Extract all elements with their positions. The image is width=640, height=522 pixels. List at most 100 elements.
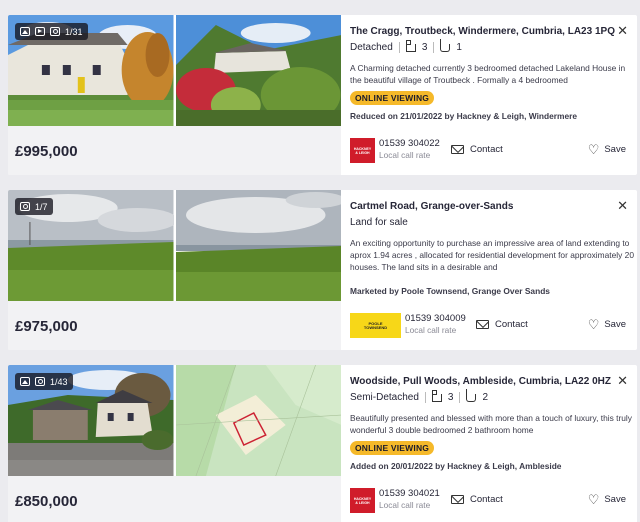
- listing-photo-secondary[interactable]: [175, 190, 341, 301]
- phone-block[interactable]: 01539 304021 Local call rate: [379, 488, 440, 510]
- contact-row: POOLE TOWNSEND 01539 304009 Local call r…: [350, 310, 637, 340]
- listing-title[interactable]: Cartmel Road, Grange-over-Sands: [350, 201, 513, 212]
- contact-button[interactable]: Contact: [451, 494, 503, 505]
- contact-button[interactable]: Contact: [476, 319, 528, 330]
- save-label: Save: [604, 319, 626, 330]
- contact-row: HACKNEY & LEIGH 01539 304021 Local call …: [350, 485, 637, 515]
- close-icon[interactable]: ✕: [617, 24, 628, 37]
- price-area: £975,000: [8, 301, 341, 350]
- listing-price: £850,000: [15, 493, 78, 510]
- phone-note: Local call rate: [379, 150, 431, 160]
- listing-status: Added on 20/01/2022 by Hackney & Leigh, …: [350, 461, 562, 471]
- online-viewing-tag: ONLINE VIEWING: [350, 441, 435, 455]
- property-type: Detached: [350, 42, 393, 53]
- contact-label: Contact: [470, 494, 503, 505]
- divider: [424, 392, 426, 403]
- close-icon[interactable]: ✕: [617, 374, 628, 387]
- bath-icon: [440, 38, 451, 52]
- photo-count-badge: 1/7: [15, 198, 53, 215]
- agent-logo-line: TOWNSEND: [363, 324, 388, 330]
- property-type: Land for sale: [350, 217, 408, 228]
- save-button[interactable]: ♡ Save: [588, 143, 626, 156]
- heart-icon: ♡: [587, 492, 600, 507]
- phone-note: Local call rate: [405, 325, 457, 335]
- contact-label: Contact: [470, 144, 503, 155]
- listing-title[interactable]: Woodside, Pull Woods, Ambleside, Cumbria…: [350, 376, 611, 387]
- listing-photo-main[interactable]: 1/43: [8, 365, 174, 476]
- divider: [433, 42, 435, 53]
- photo-strip[interactable]: 1/43: [8, 365, 341, 476]
- envelope-icon: [451, 495, 464, 504]
- listing-photo-secondary[interactable]: [175, 15, 341, 126]
- phone-note: Local call rate: [379, 500, 431, 510]
- save-label: Save: [604, 144, 626, 155]
- camera-icon: [35, 377, 45, 386]
- heart-icon: ♡: [587, 142, 600, 157]
- close-icon[interactable]: ✕: [617, 199, 628, 212]
- photo-count-badge: 1/31: [15, 23, 88, 40]
- search-results-list: 1/31 £995,000 The Cragg, Troutbeck, Wind…: [0, 0, 640, 522]
- save-button[interactable]: ♡ Save: [588, 493, 626, 506]
- agent-phone[interactable]: 01539 304022: [379, 138, 440, 149]
- camera-icon: [20, 202, 30, 211]
- divider: [398, 42, 400, 53]
- photo-strip[interactable]: 1/31: [8, 15, 341, 126]
- bed-icon: [431, 389, 442, 402]
- listing-title[interactable]: The Cragg, Troutbeck, Windermere, Cumbri…: [350, 26, 615, 37]
- photo-count: 1/31: [65, 26, 83, 37]
- bath-icon: [466, 388, 477, 402]
- listing-description: Beautifully presented and blessed with m…: [350, 413, 632, 436]
- listing-price: £995,000: [15, 143, 78, 160]
- envelope-icon: [476, 320, 489, 329]
- photo-count-badge: 1/43: [15, 373, 73, 390]
- save-label: Save: [604, 494, 626, 505]
- listing-description: A Charming detached currently 3 bedroome…: [350, 63, 626, 86]
- photo-strip[interactable]: 1/7: [8, 190, 341, 301]
- agent-logo[interactable]: HACKNEY & LEIGH: [350, 488, 375, 513]
- agent-logo-line: & LEIGH: [355, 150, 370, 155]
- agent-logo-line: & LEIGH: [355, 500, 370, 505]
- listing-photo-main[interactable]: 1/7: [8, 190, 174, 301]
- listing-photo-main[interactable]: 1/31: [8, 15, 174, 126]
- listing-card[interactable]: 1/43 £850,000 Woodside, Pull Woods, Ambl…: [8, 365, 637, 522]
- camera-icon: [50, 27, 60, 36]
- listing-details: The Cragg, Troutbeck, Windermere, Cumbri…: [350, 15, 637, 175]
- online-viewing-tag: ONLINE VIEWING: [350, 91, 435, 105]
- property-meta: Detached 3 1: [350, 38, 462, 53]
- contact-button[interactable]: Contact: [451, 144, 503, 155]
- bathroom-count: 1: [456, 42, 462, 53]
- listing-photo-secondary[interactable]: [175, 365, 341, 476]
- property-type: Semi-Detached: [350, 392, 419, 403]
- floorplan-icon: [20, 27, 30, 36]
- bathroom-count: 2: [482, 392, 489, 403]
- floorplan-icon: [20, 377, 30, 386]
- bedroom-count: 3: [421, 42, 428, 53]
- agent-phone[interactable]: 01539 304009: [405, 313, 466, 324]
- contact-row: HACKNEY & LEIGH 01539 304022 Local call …: [350, 135, 637, 165]
- price-area: £850,000: [8, 476, 341, 522]
- listing-card[interactable]: 1/7 £975,000 Cartmel Road, Grange-over-S…: [8, 190, 637, 350]
- agent-logo[interactable]: HACKNEY & LEIGH: [350, 138, 375, 163]
- listing-status: Marketed by Poole Townsend, Grange Over …: [350, 286, 550, 296]
- bedroom-count: 3: [447, 392, 454, 403]
- photo-count: 1/7: [35, 201, 48, 212]
- video-icon: [35, 27, 45, 36]
- listing-details: Cartmel Road, Grange-over-Sands ✕ Land f…: [350, 190, 637, 350]
- phone-block[interactable]: 01539 304009 Local call rate: [405, 313, 466, 335]
- bed-icon: [405, 39, 416, 52]
- agent-phone[interactable]: 01539 304021: [379, 488, 440, 499]
- phone-block[interactable]: 01539 304022 Local call rate: [379, 138, 440, 160]
- listing-details: Woodside, Pull Woods, Ambleside, Cumbria…: [350, 365, 637, 522]
- contact-label: Contact: [495, 319, 528, 330]
- save-button[interactable]: ♡ Save: [588, 318, 626, 331]
- listing-price: £975,000: [15, 318, 78, 335]
- listing-card[interactable]: 1/31 £995,000 The Cragg, Troutbeck, Wind…: [8, 15, 637, 175]
- heart-icon: ♡: [587, 317, 600, 332]
- listing-status: Reduced on 21/01/2022 by Hackney & Leigh…: [350, 111, 578, 121]
- agent-logo[interactable]: POOLE TOWNSEND: [350, 313, 401, 338]
- listing-description: An exciting opportunity to purchase an i…: [350, 238, 634, 273]
- divider: [459, 392, 461, 403]
- photo-count: 1/43: [50, 376, 68, 387]
- property-meta: Semi-Detached 3 2: [350, 388, 489, 403]
- price-area: £995,000: [8, 126, 341, 175]
